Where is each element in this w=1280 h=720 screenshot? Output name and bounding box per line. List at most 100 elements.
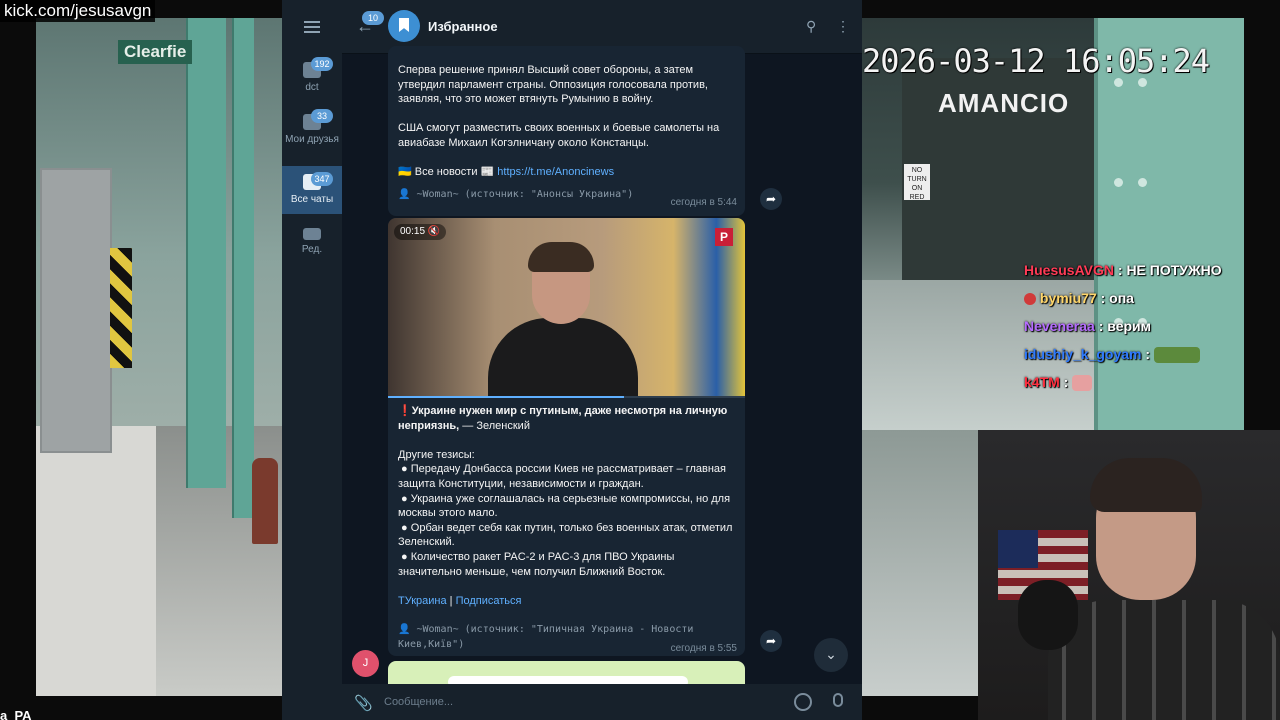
attach-icon[interactable]: 📎: [354, 694, 373, 712]
sidewalk: [36, 426, 156, 696]
bullet-text: Передачу Донбасса россии Киев не рассмат…: [398, 463, 727, 490]
message-list[interactable]: Сперва решение принял Высший совет оборо…: [342, 46, 862, 688]
chat-text: опа: [1109, 290, 1134, 306]
badge-icon: [1024, 293, 1036, 306]
chat-separator: :: [1096, 290, 1110, 306]
message-bubble[interactable]: Сперва решение принял Высший совет оборо…: [388, 46, 745, 216]
news-link[interactable]: https://t.me/Anoncinews: [497, 166, 614, 178]
channel-links: ТУкраина | Подписаться: [398, 594, 735, 609]
video-person: [488, 238, 638, 398]
chat-separator: :: [1094, 318, 1108, 334]
bullet-text: Количество ракет PAC-2 и PAC-3 для ПВО У…: [398, 550, 675, 578]
folder-dct[interactable]: 192 dct: [282, 57, 342, 102]
menu-icon[interactable]: [304, 21, 320, 33]
utility-box: [40, 168, 112, 453]
edit-folders-icon: [303, 228, 321, 240]
message-time: сегодня в 5:55: [670, 643, 737, 654]
message-bubble[interactable]: 00:15 🔇 P ❗Украине нужен мир с путиным, …: [388, 218, 745, 656]
microphone-icon[interactable]: [833, 693, 843, 707]
chat-message: k4TM :: [1022, 368, 1244, 396]
bottom-overlay-text: a_PA: [0, 708, 32, 720]
headline-rest: — Зеленский: [459, 419, 530, 432]
rivet: [1138, 178, 1147, 187]
stream-chat: HuesusAVGN : НЕ ПОТУЖНО bymiu77 : опа Ne…: [1022, 256, 1244, 396]
more-options-icon[interactable]: ⋮: [836, 18, 850, 35]
channel-logo-icon: P: [715, 228, 733, 246]
message-input[interactable]: [384, 692, 764, 712]
bookmark-icon: [388, 10, 420, 42]
headline: ❗Украине нужен мир с путиным, даже несмо…: [398, 404, 735, 433]
chat-separator: :: [1113, 262, 1127, 278]
chat-username: idushiy_k_goyam: [1024, 346, 1142, 362]
emoji-icon[interactable]: [794, 693, 812, 711]
video-preview[interactable]: 00:15 🔇 P: [388, 218, 745, 398]
elevated-girder: [232, 18, 254, 518]
sender-avatar[interactable]: J: [352, 650, 379, 677]
video-duration[interactable]: 00:15 🔇: [394, 224, 447, 240]
share-icon[interactable]: ➦: [760, 630, 782, 652]
microphone: [1018, 580, 1078, 650]
unread-badge: 10: [362, 11, 384, 25]
store-name: AMANCIO: [938, 88, 1070, 118]
chat-message: idushiy_k_goyam :: [1022, 340, 1244, 368]
fire-hydrant: [252, 458, 278, 544]
streamer-hair: [1090, 458, 1202, 512]
person-hair: [528, 242, 594, 272]
emote-icon: [1072, 375, 1093, 392]
hazard-stripe: [110, 248, 132, 368]
message-composer: 📎: [342, 684, 862, 720]
message-time: сегодня в 5:44: [670, 197, 737, 208]
chat-message: bymiu77 : опа: [1022, 284, 1244, 312]
chat-username: k4TM: [1024, 374, 1060, 390]
news-line: 🇺🇦 Все новости 📰 https://t.me/Anoncinews: [398, 165, 735, 180]
chat-username: bymiu77: [1039, 290, 1097, 306]
folder-my-friends[interactable]: 33 Мои друзья: [282, 109, 342, 162]
camera-timestamp: 2026-03-12 16:05:24: [862, 42, 1210, 80]
folder-all-chats[interactable]: 347 Все чаты: [282, 166, 342, 214]
stream-url-overlay: kick.com/jesusavgn: [0, 0, 156, 22]
chat-text: верим: [1107, 318, 1152, 334]
bullet-item: ● Передачу Донбасса россии Киев не рассм…: [398, 463, 727, 490]
headline-bold: ❗Украине нужен мир с путиным, даже несмо…: [398, 405, 728, 432]
telegram-window: 192 dct 33 Мои друзья 347 Все чаты Ред. …: [282, 0, 862, 720]
chat-message: HuesusAVGN : НЕ ПОТУЖНО: [1022, 256, 1244, 284]
subscribe-link[interactable]: Подписаться: [456, 595, 522, 607]
elevated-girder: [186, 18, 226, 488]
chat-title[interactable]: Избранное: [428, 19, 498, 34]
chat-separator: :: [1059, 374, 1073, 390]
channel-link[interactable]: ТУкраина: [398, 595, 447, 607]
news-prefix: 🇺🇦 Все новости 📰: [398, 166, 495, 179]
folder-sidebar: 192 dct 33 Мои друзья 347 Все чаты Ред.: [282, 0, 342, 720]
folder-label: Ред.: [301, 244, 323, 255]
scroll-down-icon[interactable]: ⌄: [814, 638, 848, 672]
flag-canton: [998, 530, 1038, 568]
unread-badge: 33: [311, 109, 333, 123]
video-time-text: 00:15: [400, 226, 426, 237]
bullet-item: ● Украина уже соглашалась на серьезные к…: [398, 492, 731, 520]
no-turn-sign: NO TURN ON RED: [904, 164, 930, 201]
mute-icon[interactable]: 🔇: [428, 226, 440, 237]
stream-frame: Clearfie AMANCIO NO TURN ON RED 2026-03-…: [0, 0, 1280, 720]
video-progress-fill: [388, 396, 624, 398]
bullet-item: ● Количество ракет PAC-2 и PAC-3 для ПВО…: [398, 550, 675, 578]
unread-badge: 192: [311, 57, 333, 71]
search-icon[interactable]: ⚲: [806, 18, 816, 35]
street-sign: Clearfie: [118, 40, 193, 64]
subhead: Другие тезисы:: [398, 448, 475, 461]
bullet-item: ● Орбан ведет себя как путин, только без…: [398, 521, 733, 549]
share-icon[interactable]: ➦: [760, 188, 782, 210]
streamer-body: [1048, 600, 1280, 720]
message-paragraph: Сперва решение принял Высший совет оборо…: [398, 64, 708, 106]
person-torso: [488, 318, 638, 398]
chat-text: НЕ ПОТУЖНО: [1126, 262, 1222, 278]
streamer-webcam: [978, 430, 1280, 720]
link-divider: |: [446, 594, 456, 607]
bullet-text: Украина уже соглашалась на серьезные ком…: [398, 492, 731, 520]
chat-message: Neveneraa : верим: [1022, 312, 1244, 340]
unread-badge: 347: [311, 172, 333, 186]
emote-icon: [1153, 347, 1200, 364]
chat-separator: :: [1141, 346, 1154, 362]
message-paragraph: США смогут разместить своих военных и бо…: [398, 122, 720, 149]
folder-edit[interactable]: Ред.: [282, 228, 342, 268]
chat-username: Neveneraa: [1024, 318, 1095, 334]
